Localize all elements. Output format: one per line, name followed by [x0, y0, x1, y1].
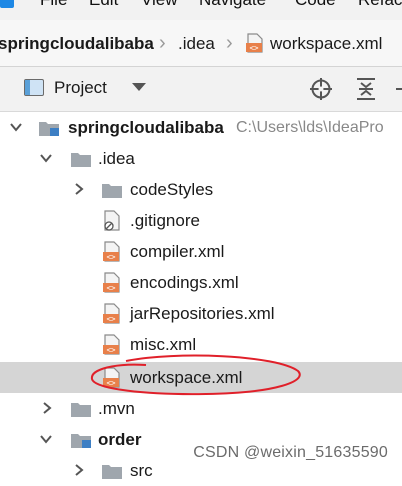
svg-text:<>: <>	[106, 284, 116, 293]
xml-file-icon: <>	[103, 272, 120, 293]
breadcrumb-project[interactable]: springcloudalibaba	[0, 34, 154, 54]
more-options-icon[interactable]	[396, 77, 402, 101]
project-panel-title[interactable]: Project	[54, 78, 107, 98]
project-tree: springcloudalibaba C:\Users\lds\IdeaPro …	[0, 112, 402, 480]
tree-row-jarrepositories[interactable]: <> jarRepositories.xml	[0, 298, 402, 329]
tree-row-idea[interactable]: .idea	[0, 143, 402, 174]
project-panel-header: Project	[0, 67, 402, 112]
folder-icon	[102, 184, 122, 198]
chevron-down-icon[interactable]	[9, 120, 23, 134]
menu-bar: File Edit View Navigate Code Refac	[0, 0, 402, 20]
breadcrumb-idea[interactable]: .idea	[178, 34, 215, 54]
tree-label-src: src	[130, 461, 153, 480]
chevron-down-icon[interactable]	[39, 432, 53, 446]
chevron-right-icon[interactable]	[72, 182, 86, 196]
project-icon	[24, 79, 44, 96]
ignored-file-icon	[104, 210, 120, 231]
tree-label-jarrepositories: jarRepositories.xml	[130, 304, 275, 323]
xml-file-icon: <>	[103, 334, 120, 355]
tree-label-gitignore: .gitignore	[130, 211, 200, 230]
folder-icon	[71, 403, 91, 417]
tree-row-compiler[interactable]: <> compiler.xml	[0, 236, 402, 267]
svg-text:<>: <>	[106, 315, 116, 324]
svg-text:<>: <>	[106, 346, 116, 355]
breadcrumb-file[interactable]: workspace.xml	[270, 34, 382, 54]
svg-text:<>: <>	[106, 379, 116, 388]
xml-file-icon: <>	[246, 33, 263, 53]
menu-edit[interactable]: Edit	[89, 0, 118, 10]
menu-navigate[interactable]: Navigate	[199, 0, 266, 10]
tree-label-workspace: workspace.xml	[130, 368, 243, 387]
svg-text:<>: <>	[106, 253, 116, 262]
locate-target-icon[interactable]	[309, 77, 333, 101]
tree-row-gitignore[interactable]: .gitignore	[0, 205, 402, 236]
chevron-down-icon[interactable]	[132, 83, 146, 91]
folder-icon	[71, 153, 91, 167]
chevron-right-icon: ›	[226, 32, 233, 54]
tree-label-compiler: compiler.xml	[130, 242, 225, 261]
menu-refactor[interactable]: Refac	[358, 0, 402, 10]
tree-label-order: order	[98, 430, 142, 449]
watermark: CSDN @weixin_51635590	[193, 444, 388, 461]
tree-row-misc[interactable]: <> misc.xml	[0, 329, 402, 360]
tree-label-idea: .idea	[98, 149, 135, 168]
svg-text:<>: <>	[249, 44, 259, 53]
tree-label-codestyles: codeStyles	[130, 180, 214, 199]
tree-row-encodings[interactable]: <> encodings.xml	[0, 267, 402, 298]
tree-label-root: springcloudalibaba	[68, 118, 224, 137]
tree-row-codestyles[interactable]: codeStyles	[0, 174, 402, 205]
tree-row-root[interactable]: springcloudalibaba C:\Users\lds\IdeaPro	[0, 112, 402, 143]
folder-icon	[102, 465, 122, 479]
chevron-down-icon[interactable]	[39, 151, 53, 165]
tree-label-misc: misc.xml	[130, 335, 197, 354]
tree-label-mvn: .mvn	[98, 399, 135, 418]
chevron-right-icon[interactable]	[40, 401, 54, 415]
chevron-right-icon: ›	[159, 32, 166, 54]
tree-label-encodings: encodings.xml	[130, 273, 239, 292]
xml-file-icon: <>	[103, 241, 120, 262]
tree-row-mvn[interactable]: .mvn	[0, 393, 402, 424]
app-icon	[0, 0, 14, 8]
module-folder-icon	[71, 434, 91, 448]
tree-root-path: C:\Users\lds\IdeaPro	[236, 119, 384, 136]
menu-file[interactable]: File	[40, 0, 67, 10]
tree-row-workspace[interactable]: <> workspace.xml	[0, 362, 402, 393]
collapse-all-icon[interactable]	[355, 77, 377, 101]
module-folder-icon	[39, 122, 59, 136]
menu-view[interactable]: View	[141, 0, 178, 10]
xml-file-icon: <>	[103, 303, 120, 324]
xml-file-icon: <>	[103, 367, 120, 388]
breadcrumb: springcloudalibaba › .idea › <> workspac…	[0, 20, 402, 67]
menu-code[interactable]: Code	[295, 0, 336, 10]
